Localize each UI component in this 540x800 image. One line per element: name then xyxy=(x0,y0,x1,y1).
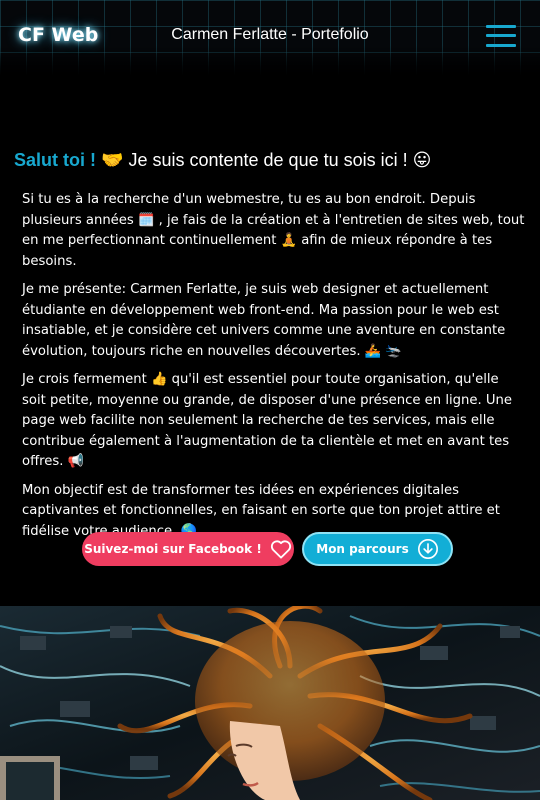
paragraph-1: Si tu es à la recherche d'un webmestre, … xyxy=(22,192,525,269)
paragraph-2: Je me présente: Carmen Ferlatte, je suis… xyxy=(22,282,506,359)
handshake-emoji: 🤝 xyxy=(101,150,124,170)
header-fade xyxy=(0,50,540,90)
greeting-rest: Je suis contente de que tu sois ici ! xyxy=(128,150,408,170)
facebook-button-label: Suivez-moi sur Facebook ! xyxy=(84,542,262,556)
greeting-hello: Salut toi ! xyxy=(14,150,96,170)
parcours-button-label: Mon parcours xyxy=(316,542,409,556)
paragraph-3: Je crois fermement 👍 qu'il est essentiel… xyxy=(22,372,513,469)
greeting-heading: Salut toi ! 🤝 Je suis contente de que tu… xyxy=(14,150,431,171)
hero-illustration xyxy=(0,606,540,800)
parcours-button[interactable]: Mon parcours xyxy=(302,532,453,566)
hamburger-menu-icon[interactable] xyxy=(486,25,516,47)
page-title: Carmen Ferlatte - Portefolio xyxy=(171,26,369,43)
heart-outline-icon xyxy=(270,539,292,559)
intro-text: Si tu es à la recherche d'un webmestre, … xyxy=(22,190,526,550)
tongue-emoji: 😛 xyxy=(412,150,432,170)
facebook-button[interactable]: Suivez-moi sur Facebook ! xyxy=(82,532,294,566)
download-circle-icon xyxy=(417,538,439,560)
